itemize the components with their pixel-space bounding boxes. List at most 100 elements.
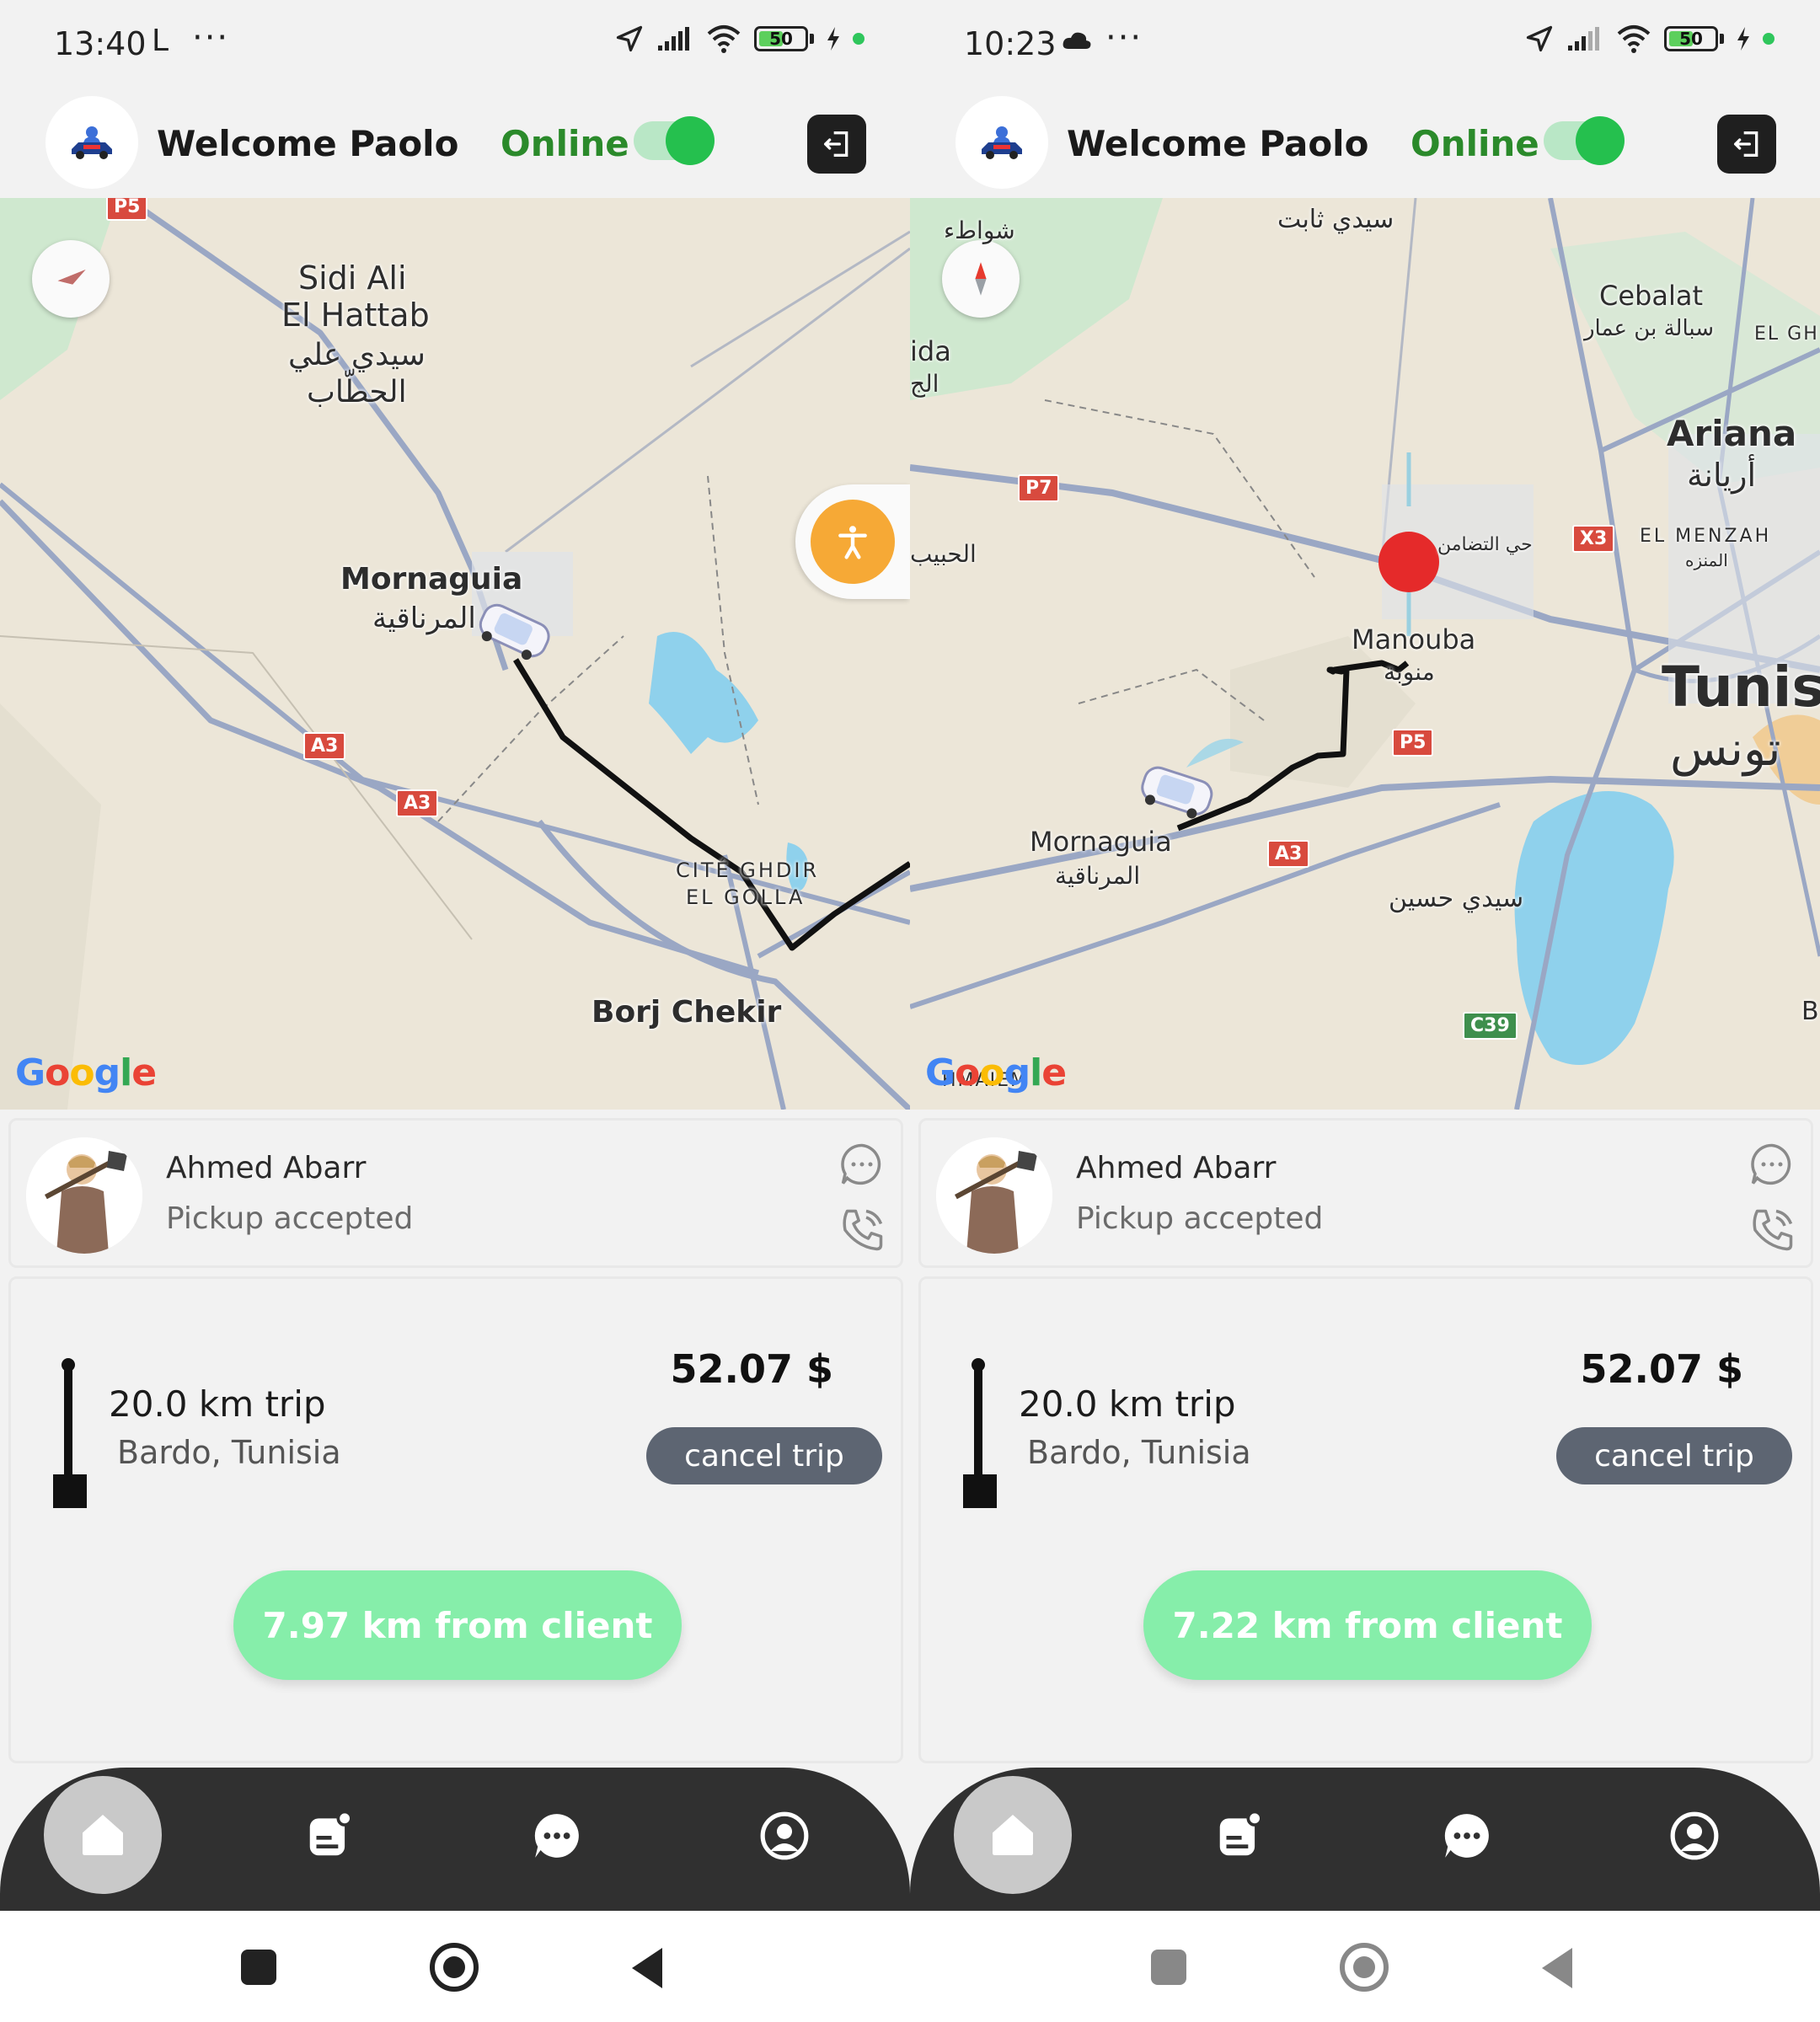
nav-orders[interactable] [300, 1806, 359, 1865]
welcome-text: Welcome Paolo [157, 123, 459, 164]
messages-icon [1444, 1814, 1489, 1858]
welcome-text: Welcome Paolo [1067, 123, 1369, 164]
recent-apps-button[interactable] [1151, 1950, 1186, 1985]
logout-icon [824, 131, 848, 157]
map-label-sidi-thabet-ar: سيدي ثابت [1277, 205, 1394, 234]
nav-messages[interactable] [1437, 1806, 1496, 1865]
map-label-tunis-ar: تونس [1670, 722, 1781, 777]
map-label-el-hattab: El Hattab [281, 297, 430, 334]
bottom-nav [910, 1768, 1820, 1911]
cancel-trip-button[interactable]: cancel trip [1556, 1427, 1792, 1484]
map-label-borj-chekir: Borj Chekir [592, 995, 782, 1030]
phone-icon[interactable] [1747, 1205, 1797, 1255]
logout-icon [1734, 131, 1758, 157]
status-icons: 50 [614, 24, 864, 54]
signal-icon [658, 27, 689, 51]
road-badge-a3: A3 [1267, 840, 1310, 868]
compass-button[interactable] [32, 240, 110, 318]
nav-orders[interactable] [1210, 1806, 1269, 1865]
road-badge-p7: P7 [1018, 474, 1060, 502]
phone-icon[interactable] [837, 1205, 887, 1255]
battery-percent: 50 [1679, 29, 1703, 49]
chat-bubble-icon[interactable] [1747, 1139, 1797, 1190]
system-navigation-bar [910, 1911, 1820, 2022]
status-time: 10:23 [964, 25, 1057, 62]
chat-bubble-icon[interactable] [837, 1139, 887, 1190]
charging-icon [1737, 27, 1749, 51]
google-logo: Google [925, 1051, 1067, 1094]
map-label-mornaguia: Mornaguia [1030, 826, 1172, 858]
map-label-el-menzah: EL MENZAH [1640, 526, 1772, 547]
map-view[interactable]: سيدي ثابت شواطء ida الج الحبيب Cebalat س… [910, 198, 1820, 1110]
trip-distance: 20.0 km trip [1019, 1383, 1236, 1425]
recent-apps-button[interactable] [241, 1950, 276, 1985]
back-button[interactable] [1542, 1948, 1572, 1988]
map-label-manouba-ar: منوبة [1384, 658, 1435, 686]
orders-icon [1219, 1810, 1263, 1856]
privacy-indicator-dot [1763, 33, 1774, 45]
accessibility-button[interactable] [795, 484, 910, 599]
map-label-cite-ghdir: CITÉ GHDIR [676, 859, 820, 882]
trip-route-icon [53, 1358, 87, 1508]
battery-tip [1720, 34, 1724, 44]
car-logo-icon [46, 96, 138, 189]
messages-icon [534, 1814, 579, 1858]
more-notifications-icon: ··· [1105, 19, 1143, 57]
compass-icon [975, 262, 987, 296]
client-card: Ahmed Abarr Pickup accepted [918, 1118, 1813, 1268]
privacy-indicator-dot [853, 33, 864, 45]
trip-price: 52.07 $ [670, 1346, 833, 1392]
home-icon [83, 1815, 123, 1855]
home-system-button[interactable] [430, 1943, 479, 1992]
home-icon [993, 1815, 1033, 1855]
status-bar: 10:23 ··· 50 [910, 0, 1820, 84]
trip-address: Bardo, Tunisia [1027, 1434, 1251, 1471]
nav-profile[interactable] [755, 1806, 814, 1865]
scooter-icon: L [152, 24, 169, 58]
road-badge-x3: X3 [1572, 525, 1615, 553]
destination-pin-head [1378, 532, 1439, 592]
location-arrow-icon [616, 25, 643, 52]
online-status-label: Online [500, 123, 629, 164]
map-label-el-golla: EL GOLLA [686, 885, 806, 909]
trip-card: 20.0 km trip Bardo, Tunisia 52.07 $ canc… [8, 1276, 903, 1763]
road-badge-p5: P5 [106, 198, 148, 221]
distance-from-client-button[interactable]: 7.97 km from client [233, 1570, 682, 1680]
nav-home[interactable] [954, 1776, 1072, 1894]
map-label-sidi-ali-ar: سيدي علي [288, 338, 426, 372]
location-arrow-icon [1526, 25, 1553, 52]
trip-route-icon [963, 1358, 997, 1508]
road-badge-a3: A3 [396, 789, 439, 817]
map-view[interactable]: Sidi Ali El Hattab سيدي علي الحطّاب Morn… [0, 198, 910, 1110]
logout-button[interactable] [807, 115, 866, 174]
system-navigation-bar [0, 1911, 910, 2022]
logout-button[interactable] [1717, 115, 1776, 174]
accessibility-icon [838, 526, 867, 559]
app-header: Welcome Paolo Online [0, 93, 910, 198]
wifi-icon [1617, 25, 1651, 53]
nav-profile[interactable] [1665, 1806, 1724, 1865]
battery-icon: 50 [754, 26, 808, 51]
online-toggle[interactable] [634, 116, 715, 165]
status-icons: 50 [1524, 24, 1774, 54]
map-label-hattab-ar: الحطّاب [307, 375, 407, 409]
back-button[interactable] [632, 1948, 662, 1988]
nav-home[interactable] [44, 1776, 162, 1894]
orders-icon [309, 1810, 353, 1856]
online-toggle[interactable] [1544, 116, 1625, 165]
nav-messages[interactable] [527, 1806, 586, 1865]
client-name: Ahmed Abarr [1076, 1151, 1277, 1185]
bottom-nav [0, 1768, 910, 1911]
toggle-knob [666, 116, 715, 165]
compass-button[interactable] [942, 240, 1020, 318]
trip-address: Bardo, Tunisia [117, 1434, 341, 1471]
phone-screen-left: 13:40 L ··· 50 Welcome Paolo Online Sidi… [0, 0, 910, 2022]
distance-from-client-button[interactable]: 7.22 km from client [1143, 1570, 1592, 1680]
toggle-knob [1576, 116, 1625, 165]
app-header: Welcome Paolo Online [910, 93, 1820, 198]
map-label-b: B [1801, 997, 1819, 1026]
cancel-trip-button[interactable]: cancel trip [646, 1427, 882, 1484]
client-avatar [936, 1137, 1052, 1254]
home-system-button[interactable] [1340, 1943, 1389, 1992]
wifi-icon [707, 25, 741, 53]
